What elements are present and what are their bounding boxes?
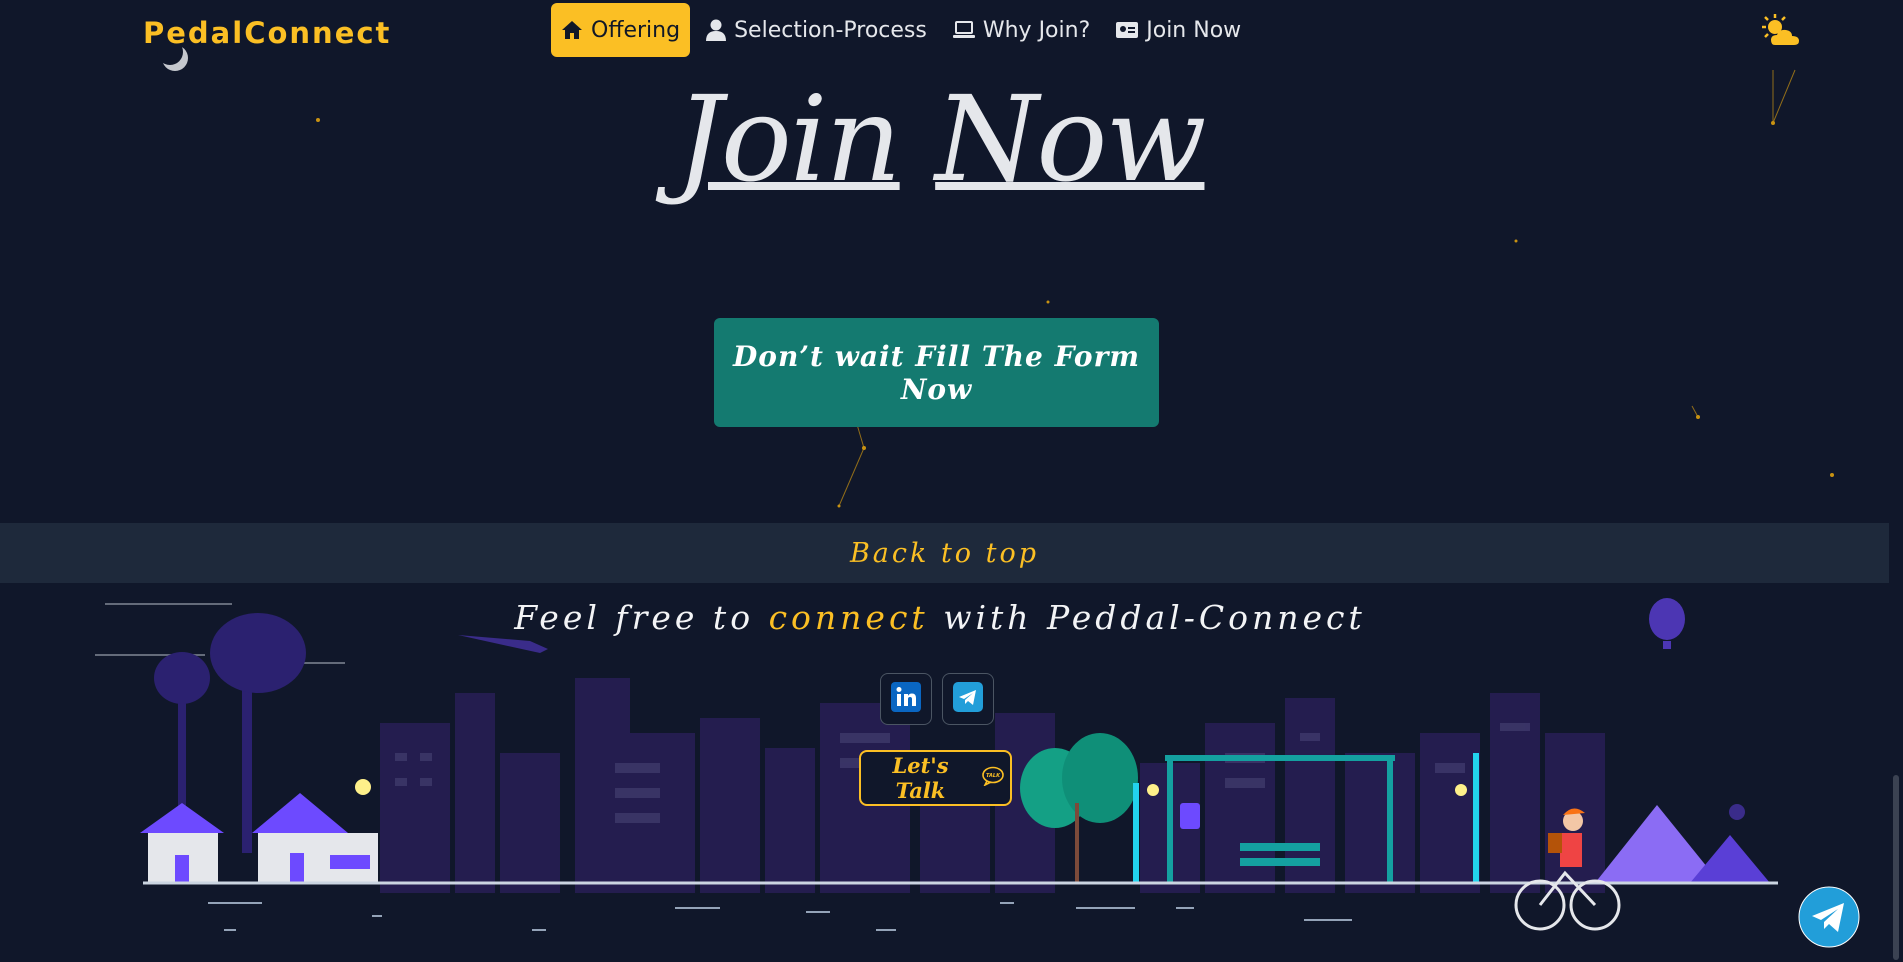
telegram-button[interactable] <box>942 673 994 725</box>
social-links <box>880 673 994 725</box>
talk-badge-text: TALK <box>986 773 1001 779</box>
theme-toggle-button[interactable] <box>1761 14 1801 53</box>
telegram-icon <box>1798 886 1860 952</box>
nav-item-selection-process[interactable]: Selection-Process <box>696 3 937 57</box>
footer-message: Feel free to connect with Peddal-Connect <box>0 598 1880 637</box>
nav-item-offering[interactable]: Offering <box>551 3 691 57</box>
scrollbar-thumb[interactable] <box>1893 775 1899 960</box>
telegram-floating-button[interactable] <box>1798 886 1860 953</box>
footer-message-end: with Peddal-Connect <box>928 598 1366 637</box>
linkedin-button[interactable] <box>880 673 932 725</box>
nav-item-join-now[interactable]: Join Now <box>1106 3 1251 57</box>
nav-item-label: Join Now <box>1146 17 1242 43</box>
nav-item-label: Why Join? <box>982 17 1091 43</box>
lets-talk-button[interactable]: Let's Talk TALK <box>859 750 1012 806</box>
telegram-icon <box>953 681 983 717</box>
page-title: Join Now <box>0 70 1880 208</box>
fill-form-button[interactable]: Don’t wait Fill The Form Now <box>714 318 1159 427</box>
main-nav: Offering Selection-Process Why Join? Joi… <box>551 3 1251 57</box>
nav-item-why-join[interactable]: Why Join? <box>943 3 1100 57</box>
id-card-icon <box>1116 21 1139 39</box>
home-icon <box>561 20 583 40</box>
title-word-join: Join <box>675 70 902 208</box>
linkedin-icon <box>891 681 921 717</box>
brand-logo[interactable]: PedalConnect <box>143 16 391 50</box>
nav-item-label: Selection-Process <box>734 17 927 43</box>
footer-message-accent: connect <box>768 598 929 637</box>
footer-message-start: Feel free to <box>514 598 769 637</box>
nav-item-label: Offering <box>591 17 681 43</box>
sun-cloud-icon <box>1761 14 1801 52</box>
user-icon <box>706 19 727 41</box>
title-word-now: Now <box>935 70 1206 208</box>
lets-talk-label: Let's Talk <box>892 753 949 803</box>
back-to-top-link[interactable]: Back to top <box>0 523 1889 583</box>
laptop-icon <box>952 21 975 39</box>
chat-bubble-icon: TALK <box>982 766 1004 791</box>
